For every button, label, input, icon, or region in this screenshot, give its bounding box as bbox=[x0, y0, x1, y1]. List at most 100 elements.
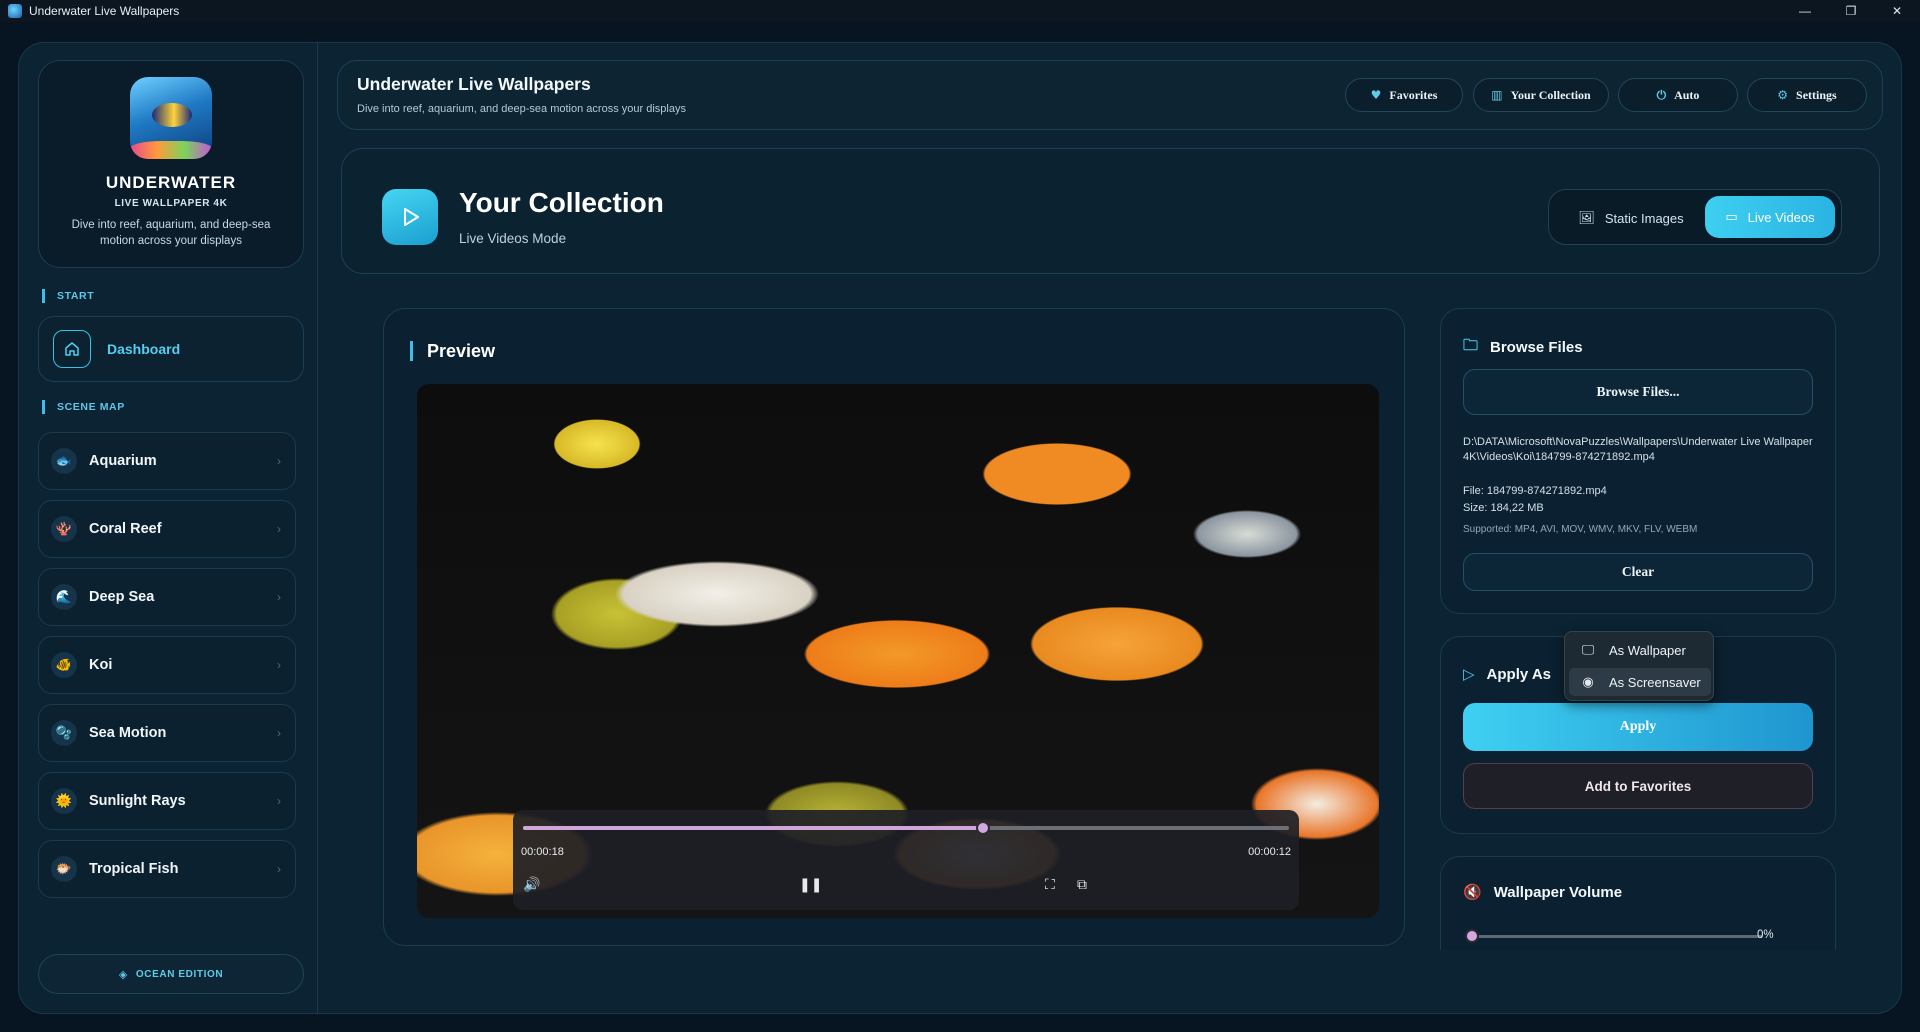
header-title: Underwater Live Wallpapers bbox=[357, 74, 591, 94]
fullscreen-icon[interactable]: ⧉ bbox=[1077, 876, 1087, 893]
option-as-wallpaper[interactable]: 🖵 As Wallpaper bbox=[1569, 636, 1711, 664]
volume-slider-thumb[interactable] bbox=[1465, 929, 1479, 943]
home-icon bbox=[53, 330, 91, 368]
brand-card: UNDERWATER LIVE WALLPAPER 4K Dive into r… bbox=[38, 60, 304, 268]
heart-icon: ♥ bbox=[1370, 88, 1382, 102]
koi-icon: 🐠 bbox=[51, 652, 77, 678]
collection-label: Your Collection bbox=[1510, 87, 1591, 102]
browse-files-card: 🗀 Browse Files Browse Files... D:\DATA\M… bbox=[1440, 308, 1836, 614]
mode-card: Your Collection Live Videos Mode 🖼 Stati… bbox=[341, 148, 1880, 274]
video-icon: ▭ bbox=[1725, 209, 1738, 224]
live-videos-tab[interactable]: ▭ Live Videos bbox=[1705, 196, 1835, 238]
seek-thumb[interactable] bbox=[975, 821, 990, 835]
close-button[interactable]: ✕ bbox=[1874, 0, 1920, 22]
play-icon bbox=[382, 189, 438, 245]
layers-icon: ◈ bbox=[118, 968, 128, 981]
coral-icon: 🪸 bbox=[51, 516, 77, 542]
option-as-screensaver[interactable]: ◉ As Screensaver bbox=[1569, 668, 1711, 696]
sidebar-item-deep-sea[interactable]: 🌊 Deep Sea › bbox=[38, 568, 296, 626]
sidebar-item-koi[interactable]: 🐠 Koi › bbox=[38, 636, 296, 694]
volume-value: 0% bbox=[1757, 929, 1774, 941]
video-player[interactable]: 00:00:18 00:00:12 🔊 ❚❚ ⛶ ⧉ bbox=[417, 384, 1379, 918]
wave-icon: 🌊 bbox=[51, 584, 77, 610]
brand-title: UNDERWATER bbox=[105, 173, 237, 192]
reef-icon bbox=[130, 141, 212, 159]
live-videos-label: Live Videos bbox=[1747, 209, 1815, 225]
sidebar-item-sea-motion[interactable]: 🫧 Sea Motion › bbox=[38, 704, 296, 762]
tropical-fish-icon: 🐡 bbox=[51, 856, 77, 882]
sidebar-item-dashboard[interactable]: Dashboard bbox=[38, 316, 304, 382]
sidebar-item-label: Sea Motion bbox=[89, 725, 167, 741]
restore-button[interactable]: ❐ bbox=[1828, 0, 1874, 22]
title-bar: Underwater Live Wallpapers — ❐ ✕ bbox=[0, 0, 1920, 22]
settings-button[interactable]: ⚙ Settings bbox=[1747, 78, 1867, 112]
file-size: Size: 184,22 MB bbox=[1463, 502, 1544, 514]
mode-toggle: 🖼 Static Images ▭ Live Videos bbox=[1548, 189, 1842, 245]
add-to-favorites-button[interactable]: Add to Favorites bbox=[1463, 763, 1813, 809]
file-path: D:\DATA\Microsoft\NovaPuzzles\Wallpapers… bbox=[1463, 436, 1813, 463]
mode-title: Your Collection bbox=[459, 187, 664, 218]
apply-as-dropdown: 🖵 As Wallpaper ◉ As Screensaver bbox=[1564, 631, 1714, 701]
brand-description: Dive into reef, aquarium, and deep-sea m… bbox=[71, 219, 271, 247]
your-collection-button[interactable]: ▥ Your Collection bbox=[1473, 78, 1609, 112]
static-images-label: Static Images bbox=[1604, 210, 1684, 226]
image-icon: 🖼 bbox=[1578, 210, 1595, 225]
power-icon: ⏻ bbox=[1656, 87, 1667, 102]
browse-files-button[interactable]: Browse Files... bbox=[1463, 369, 1813, 415]
window-controls: — ❐ ✕ bbox=[1782, 0, 1920, 22]
sidebar-item-sunlight-rays[interactable]: 🌞 Sunlight Rays › bbox=[38, 772, 296, 830]
sidebar: UNDERWATER LIVE WALLPAPER 4K Dive into r… bbox=[18, 42, 318, 1014]
sidebar-item-tropical-fish[interactable]: 🐡 Tropical Fish › bbox=[38, 840, 296, 898]
apply-as-title: ▷ Apply As bbox=[1463, 665, 1551, 684]
settings-label: Settings bbox=[1796, 87, 1837, 102]
video-controls: 00:00:18 00:00:12 🔊 ❚❚ ⛶ ⧉ bbox=[513, 810, 1299, 910]
brand-subtitle: LIVE WALLPAPER 4K bbox=[114, 198, 228, 209]
preview-title: Preview bbox=[410, 341, 495, 361]
preview-card: Preview 00:00:18 00:00:12 🔊 ❚❚ ⛶ ⧉ bbox=[383, 308, 1405, 946]
chevron-right-icon: › bbox=[277, 454, 281, 468]
library-icon: ▥ bbox=[1491, 88, 1503, 102]
sidebar-item-coral-reef[interactable]: 🪸 Coral Reef › bbox=[38, 500, 296, 558]
sidebar-item-label: Koi bbox=[89, 657, 113, 673]
volume-icon[interactable]: 🔊 bbox=[523, 876, 540, 893]
header-subtitle: Dive into reef, aquarium, and deep-sea m… bbox=[357, 103, 686, 115]
fish-icon bbox=[152, 103, 192, 127]
sidebar-item-label: Coral Reef bbox=[89, 521, 162, 537]
bubbles-icon: 🫧 bbox=[51, 720, 77, 746]
sidebar-item-label: Tropical Fish bbox=[89, 861, 179, 877]
edition-badge[interactable]: ◈ OCEAN EDITION bbox=[38, 954, 304, 994]
favorites-button[interactable]: ♥ Favorites bbox=[1345, 78, 1463, 112]
static-images-tab[interactable]: 🖼 Static Images bbox=[1557, 198, 1705, 238]
chevron-right-icon: › bbox=[277, 726, 281, 740]
chevron-right-icon: › bbox=[277, 794, 281, 808]
auto-button[interactable]: ⏻ Auto bbox=[1618, 78, 1738, 112]
favorites-label: Favorites bbox=[1389, 87, 1438, 102]
chevron-right-icon: › bbox=[277, 658, 281, 672]
app-icon bbox=[8, 4, 22, 18]
supported-formats: Supported: MP4, AVI, MOV, WMV, MKV, FLV,… bbox=[1463, 524, 1698, 535]
section-label-scene-map: SCENE MAP bbox=[42, 400, 125, 414]
gear-icon: ⚙ bbox=[1777, 88, 1789, 102]
clear-button[interactable]: Clear bbox=[1463, 553, 1813, 591]
aquarium-icon: 🐟 bbox=[51, 448, 77, 474]
folder-icon: 🗀 bbox=[1463, 337, 1479, 354]
sidebar-item-aquarium[interactable]: 🐟 Aquarium › bbox=[38, 432, 296, 490]
apply-button[interactable]: Apply bbox=[1463, 703, 1813, 751]
minimize-button[interactable]: — bbox=[1782, 0, 1828, 22]
sidebar-item-label: Sunlight Rays bbox=[89, 793, 186, 809]
chevron-right-icon: › bbox=[277, 862, 281, 876]
volume-slider[interactable] bbox=[1471, 935, 1763, 938]
mute-icon: 🔇 bbox=[1463, 884, 1482, 901]
play-outline-icon: ▷ bbox=[1463, 666, 1475, 683]
browse-files-title: 🗀 Browse Files bbox=[1463, 335, 1583, 360]
pause-icon[interactable]: ❚❚ bbox=[799, 876, 822, 893]
monitor-icon: 🖵 bbox=[1581, 642, 1595, 657]
app-logo bbox=[130, 77, 212, 159]
mode-subtitle: Live Videos Mode bbox=[459, 231, 567, 246]
aspect-ratio-icon[interactable]: ⛶ bbox=[1045, 876, 1055, 893]
wallpaper-volume-card: 🔇 Wallpaper Volume 0% bbox=[1440, 856, 1836, 950]
file-name: File: 184799-874271892.mp4 bbox=[1463, 485, 1607, 497]
chevron-right-icon: › bbox=[277, 590, 281, 604]
edition-label: OCEAN EDITION bbox=[135, 968, 224, 980]
seek-bar[interactable] bbox=[523, 821, 1289, 835]
